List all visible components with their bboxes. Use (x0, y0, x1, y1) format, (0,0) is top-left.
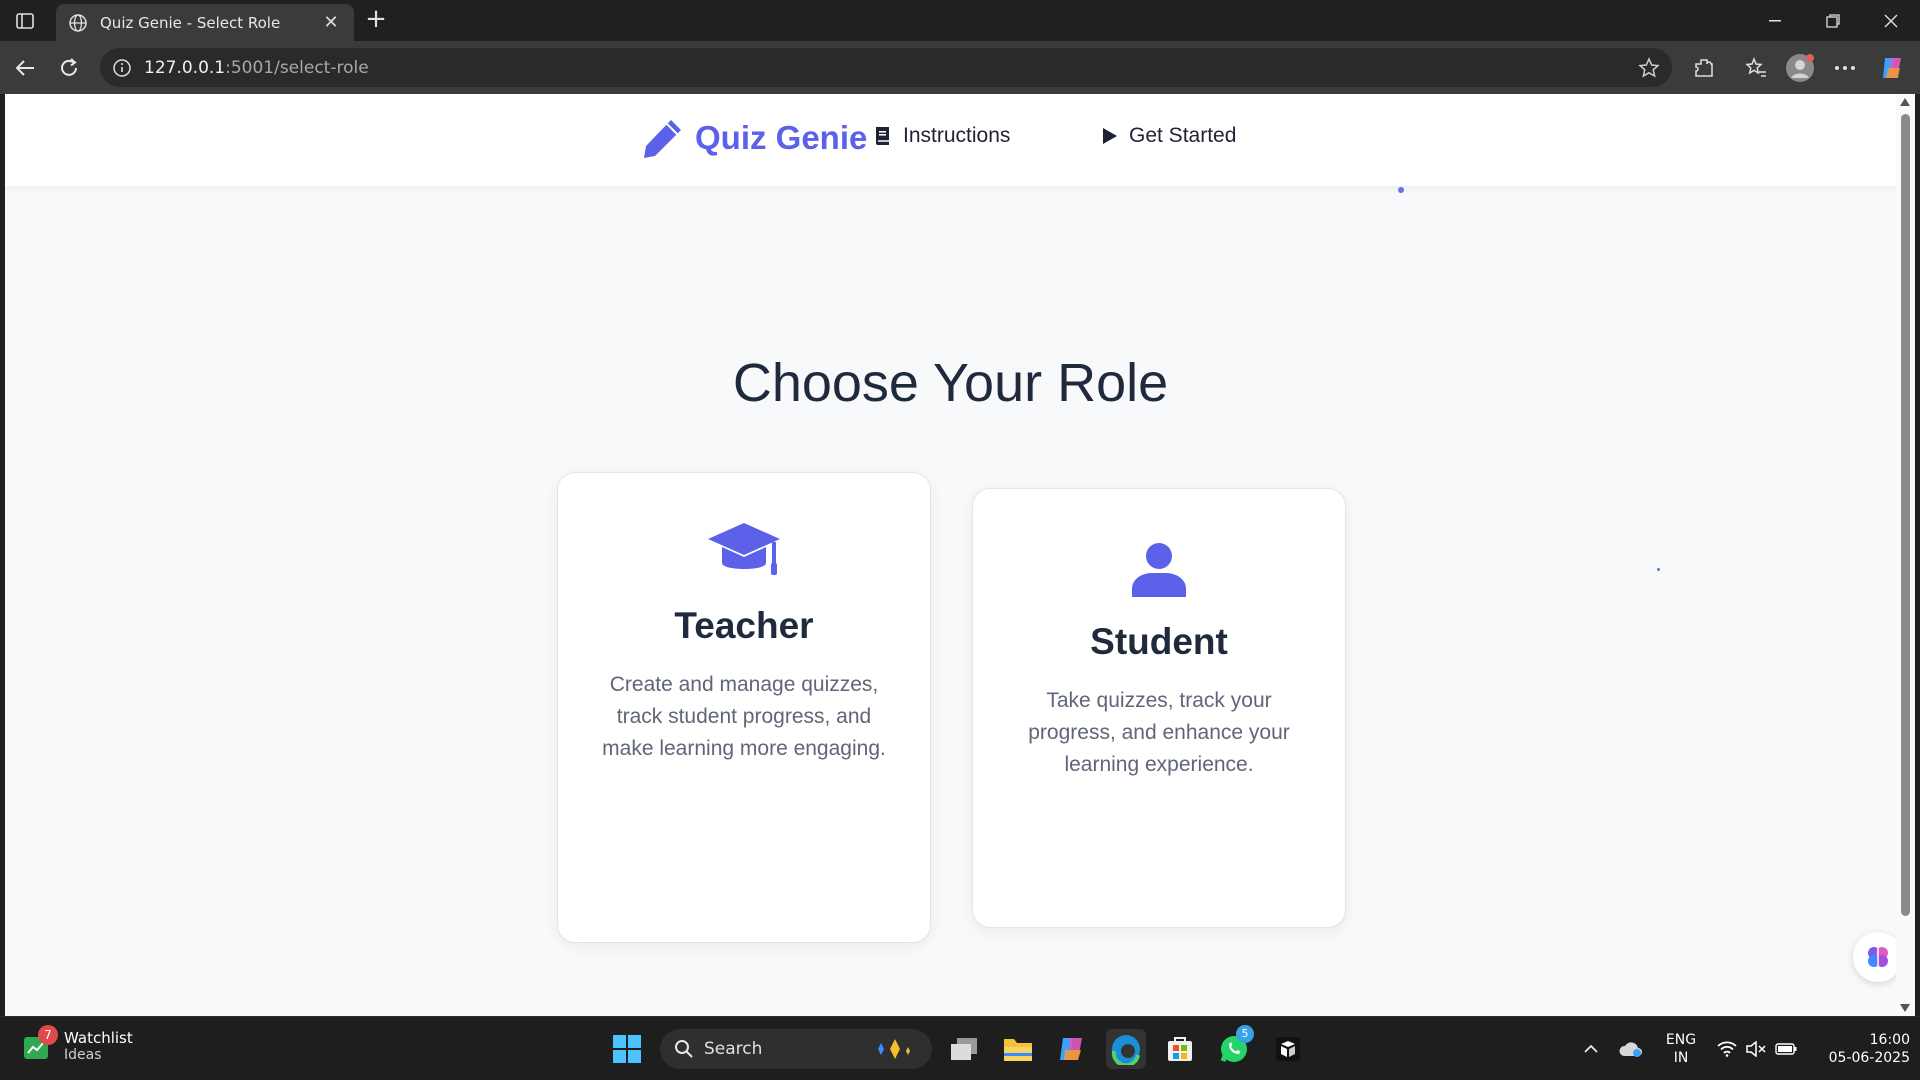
site-info-icon[interactable] (112, 58, 132, 78)
taskbar-search[interactable]: Search (660, 1029, 932, 1069)
wifi-icon[interactable] (1712, 1029, 1742, 1069)
whatsapp-icon[interactable]: 5 (1214, 1025, 1254, 1069)
teacher-card-description: Create and manage quizzes, track student… (602, 673, 886, 760)
globe-icon (69, 13, 87, 32)
clock-date: 05-06-2025 (1828, 1050, 1910, 1066)
scrollbar-thumb[interactable] (1901, 114, 1910, 916)
scroll-down-icon[interactable] (1900, 1004, 1910, 1012)
brand-name: Quiz Genie (695, 119, 868, 156)
windows-start-icon[interactable] (607, 1029, 647, 1069)
pencil-icon (644, 120, 681, 158)
new-tab-button[interactable]: + (362, 6, 390, 34)
widget-title: Watchlist (64, 1029, 133, 1047)
watchlist-widget[interactable]: 7 Watchlist Ideas (22, 1025, 133, 1063)
user-icon (1132, 543, 1186, 597)
taskbar: 7 Watchlist Ideas Search 5 ENG IN 16:00 … (0, 1016, 1920, 1080)
microsoft-store-icon[interactable] (1160, 1029, 1200, 1069)
volume-muted-icon[interactable] (1742, 1029, 1770, 1069)
edge-browser-icon[interactable] (1106, 1029, 1146, 1069)
widget-badge: 7 (38, 1025, 58, 1045)
url-host: 127.0.0.1 (144, 57, 226, 78)
back-icon[interactable] (10, 53, 40, 83)
tab-title: Quiz Genie - Select Role (100, 13, 281, 32)
refresh-icon[interactable] (54, 53, 84, 83)
close-tab-icon[interactable]: ✕ (320, 12, 342, 33)
decorative-dot (1398, 187, 1404, 193)
ai-assistant-button[interactable] (1853, 932, 1896, 982)
browser-toolbar: 127.0.0.1:5001/select-role (0, 41, 1920, 94)
brain-icon (1868, 947, 1888, 967)
clock-time: 16:00 (1869, 1032, 1910, 1048)
restore-icon[interactable] (1804, 0, 1862, 41)
student-card-title: Student (1090, 621, 1228, 662)
chart-widget-icon: 7 (22, 1025, 58, 1061)
copilot-app-icon[interactable] (1052, 1029, 1092, 1069)
url-path: :5001/select-role (225, 57, 369, 78)
profile-avatar[interactable] (1785, 53, 1815, 83)
search-label: Search (704, 1039, 763, 1059)
scroll-up-icon[interactable] (1900, 98, 1910, 106)
search-icon (675, 1040, 693, 1058)
language-code: ENG (1665, 1032, 1697, 1048)
nav-get-started[interactable]: Get Started (1099, 124, 1236, 148)
nav-get-started-label: Get Started (1129, 124, 1237, 147)
tab-actions-icon[interactable] (12, 9, 38, 33)
teacher-role-card[interactable]: Teacher Create and manage quizzes, track… (557, 472, 931, 943)
whatsapp-badge: 5 (1236, 1025, 1254, 1043)
widget-subtitle: Ideas (64, 1047, 102, 1063)
window-edge (1915, 94, 1920, 1016)
address-bar[interactable]: 127.0.0.1:5001/select-role (100, 48, 1672, 87)
region-code: IN (1673, 1050, 1689, 1066)
file-explorer-icon[interactable] (998, 1029, 1038, 1069)
task-view-icon[interactable] (944, 1029, 984, 1069)
extensions-icon[interactable] (1689, 53, 1719, 83)
favorites-icon[interactable] (1741, 53, 1771, 83)
battery-icon[interactable] (1770, 1029, 1802, 1069)
graduation-cap-icon (708, 523, 780, 575)
browser-tab-bar: Quiz Genie - Select Role ✕ + (0, 0, 1920, 41)
page-scrollbar[interactable] (1896, 94, 1915, 1016)
more-menu-icon[interactable] (1830, 53, 1860, 83)
copilot-icon[interactable] (1878, 53, 1908, 83)
show-hidden-icons[interactable] (1574, 1029, 1608, 1069)
favorite-star-icon[interactable] (1638, 57, 1660, 79)
decorative-dot (1657, 568, 1660, 571)
sparkle-icon (878, 1039, 910, 1059)
nav-instructions-label: Instructions (903, 124, 1011, 147)
brand-logo[interactable]: Quiz Genie (641, 116, 867, 160)
nav-instructions[interactable]: Instructions (873, 124, 1010, 148)
site-navbar: Quiz Genie Instructions Get Started (5, 94, 1896, 186)
active-tab[interactable]: Quiz Genie - Select Role ✕ (56, 4, 354, 41)
student-card-description: Take quizzes, track your progress, and e… (1028, 689, 1290, 776)
book-icon (876, 127, 889, 145)
teacher-card-title: Teacher (674, 605, 814, 646)
clock[interactable]: 16:00 05-06-2025 (1810, 1031, 1910, 1067)
minimize-icon[interactable] (1746, 0, 1804, 41)
student-role-card[interactable]: Student Take quizzes, track your progres… (972, 488, 1346, 928)
app-box-icon[interactable] (1268, 1029, 1308, 1069)
page-viewport: Quiz Genie Instructions Get Started Choo… (5, 94, 1896, 1016)
language-indicator[interactable]: ENG IN (1660, 1031, 1702, 1067)
close-window-icon[interactable] (1862, 0, 1920, 41)
play-icon (1103, 128, 1117, 144)
page-title: Choose Your Role (732, 353, 1169, 413)
onedrive-icon[interactable] (1614, 1029, 1648, 1069)
